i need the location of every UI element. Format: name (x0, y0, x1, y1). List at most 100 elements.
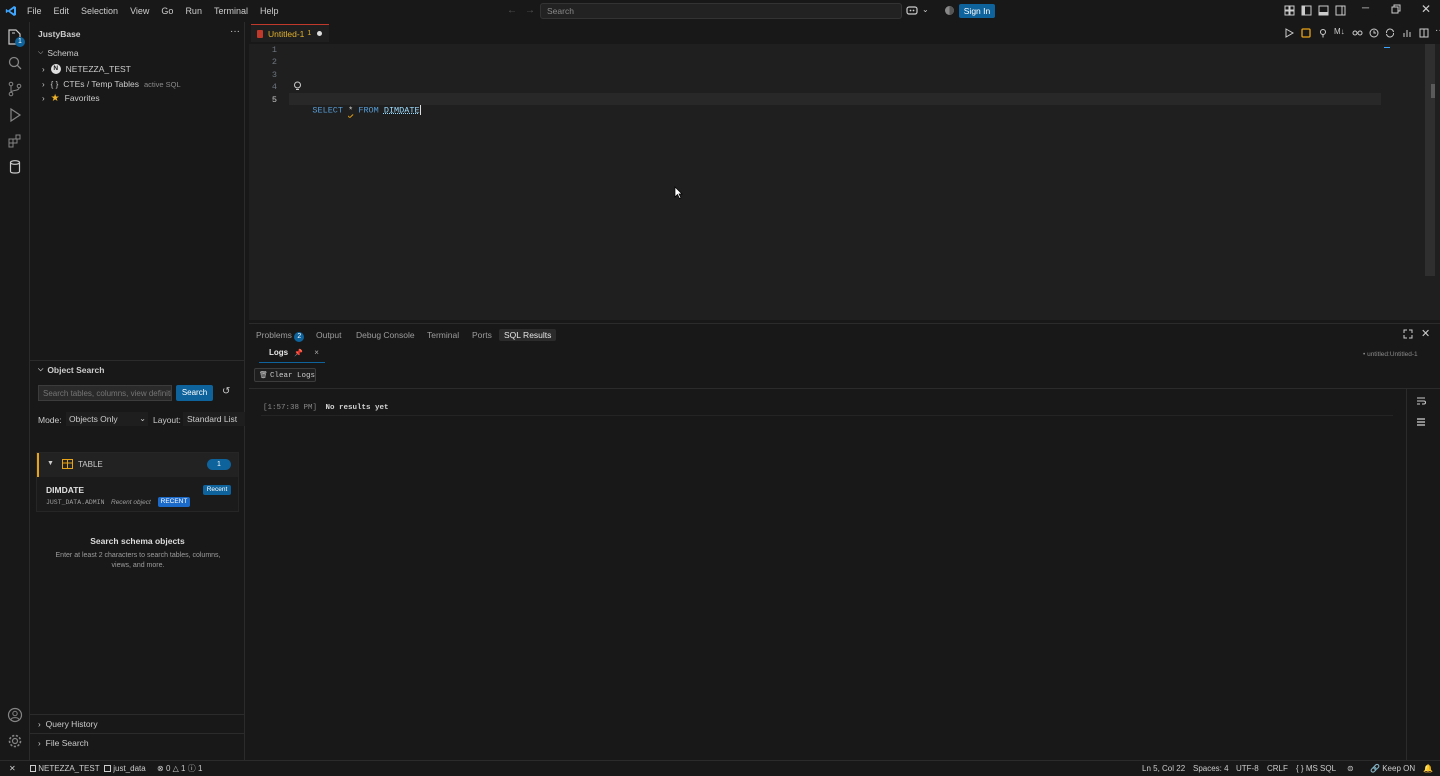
split-editor-icon[interactable] (1419, 28, 1429, 38)
toggle-primary-sidebar-icon[interactable] (1301, 5, 1312, 16)
tab-output[interactable]: Output (316, 329, 342, 341)
explain-icon[interactable] (1352, 28, 1363, 38)
tree-item-netezza-test[interactable]: › N NETEZZA_TEST (42, 62, 131, 76)
pin-icon[interactable] (1318, 28, 1328, 38)
cursor-position[interactable]: Ln 5, Col 22 (1142, 764, 1185, 774)
modified-dot-icon[interactable] (317, 31, 323, 36)
remote-icon[interactable]: ✕ (9, 764, 16, 774)
close-window-icon[interactable]: ✕ (1421, 2, 1431, 16)
close-subtab-icon[interactable]: × (314, 348, 319, 357)
tree-item-ctes[interactable]: › { } CTEs / Temp Tables active SQL (42, 77, 181, 91)
notifications-bell-icon[interactable]: 🔔 (1423, 764, 1433, 774)
sync-icon[interactable] (1385, 28, 1395, 38)
end-of-line[interactable]: CRLF (1267, 764, 1288, 774)
maximize-panel-icon[interactable] (1403, 329, 1413, 339)
lightbulb-icon[interactable] (293, 81, 302, 91)
layout-select[interactable]: Standard List (183, 412, 245, 426)
menu-go[interactable]: Go (155, 0, 179, 22)
chevron-down-icon[interactable]: ⌄ (922, 5, 929, 14)
chart-icon[interactable] (1402, 28, 1412, 38)
connection-status[interactable]: NETEZZA_TEST (30, 764, 100, 774)
editor-scrollbar[interactable] (1425, 44, 1435, 276)
menu-edit[interactable]: Edit (48, 0, 76, 22)
settings-gear-icon[interactable] (6, 732, 24, 750)
query-history-header[interactable]: › Query History (38, 717, 98, 731)
menu-help[interactable]: Help (254, 0, 285, 22)
menu-terminal[interactable]: Terminal (208, 0, 254, 22)
minimap-position (1384, 47, 1390, 48)
source-control-icon[interactable] (6, 80, 24, 98)
account-icon[interactable] (6, 706, 24, 724)
toggle-secondary-sidebar-icon[interactable] (1335, 5, 1346, 16)
clear-logs-button[interactable]: 🗑 Clear Logs (254, 368, 316, 382)
warning-icon: △ (172, 764, 179, 773)
file-search-header[interactable]: › File Search (38, 736, 89, 750)
indentation[interactable]: Spaces: 4 (1193, 764, 1229, 774)
list-view-icon[interactable] (1416, 417, 1426, 427)
menu-view[interactable]: View (124, 0, 155, 22)
database-icon[interactable] (6, 158, 24, 176)
code-line-5[interactable]: SELECT * FROM DIMDATE (292, 95, 421, 125)
object-search-button[interactable]: Search (176, 385, 213, 401)
object-search-header[interactable]: ⌵ Object Search (38, 363, 104, 377)
schema-label: Schema (47, 48, 79, 58)
more-actions-icon[interactable]: ··· (1435, 25, 1440, 36)
text-cursor (419, 105, 421, 115)
run-query-icon[interactable] (1284, 28, 1294, 38)
layout-select-value: Standard List (187, 414, 238, 424)
markdown-icon[interactable]: M↓ (1334, 27, 1345, 36)
copilot-status-icon[interactable]: ⊜ (1347, 764, 1354, 774)
mode-select-value: Objects Only (69, 414, 118, 424)
mode-select[interactable]: Objects Only ⌄ (66, 412, 148, 426)
accounts-globe-icon[interactable] (944, 5, 955, 16)
schema-section-header[interactable]: ⌵ Schema (38, 46, 79, 60)
back-arrow-icon[interactable]: ← (507, 5, 517, 16)
history-icon[interactable] (1369, 28, 1379, 38)
copilot-icon[interactable] (906, 5, 918, 17)
keep-status[interactable]: 🔗 Keep ON (1370, 764, 1415, 774)
run-debug-icon[interactable] (6, 106, 24, 124)
close-panel-icon[interactable]: ✕ (1421, 327, 1430, 340)
tab-problems[interactable]: Problems 2 (256, 329, 305, 342)
object-search-input[interactable] (38, 385, 172, 401)
sign-in-button[interactable]: Sign In (959, 4, 995, 18)
keyword-select: SELECT (312, 105, 344, 116)
stop-icon[interactable] (1301, 28, 1311, 38)
command-search-input[interactable]: Search (540, 3, 902, 19)
search-icon[interactable] (6, 54, 24, 72)
logs-subtab[interactable]: Logs 📌 × (259, 347, 325, 363)
word-wrap-icon[interactable] (1416, 396, 1426, 406)
editor-tab-untitled-1[interactable]: Untitled-1 1 (251, 24, 329, 42)
identifier-dimdate: DIMDATE (383, 105, 420, 116)
problems-status[interactable]: ⊗ 0 △ 1 ⓘ 1 (157, 764, 202, 774)
more-actions-icon[interactable]: ··· (230, 26, 240, 37)
extensions-icon[interactable] (6, 132, 24, 150)
editor-area: Untitled-1 1 M↓ ··· 1 2 3 4 5 SELECT * F… (249, 22, 1440, 320)
refresh-icon[interactable]: ↺ (222, 386, 230, 397)
tab-debug-console[interactable]: Debug Console (356, 329, 415, 341)
chevron-right-icon: › (38, 719, 41, 729)
menu-file[interactable]: File (21, 0, 48, 22)
tab-terminal[interactable]: Terminal (427, 329, 459, 341)
forward-arrow-icon[interactable]: → (525, 5, 535, 16)
encoding[interactable]: UTF-8 (1236, 764, 1259, 774)
recent-upper-badge: RECENT (158, 497, 190, 507)
tab-ports[interactable]: Ports (472, 329, 492, 341)
toggle-panel-icon[interactable] (1318, 5, 1329, 16)
language-mode[interactable]: { } MS SQL (1296, 764, 1336, 774)
customize-layout-icon[interactable] (1284, 5, 1295, 16)
menu-run[interactable]: Run (179, 0, 208, 22)
database-status[interactable]: just_data (104, 764, 146, 774)
tree-item-favorites[interactable]: › ★ Favorites (42, 91, 100, 105)
restore-icon[interactable] (1391, 4, 1401, 14)
table-group-header[interactable]: ▼ TABLE 1 (37, 453, 238, 477)
log-message: No results yet (325, 404, 389, 412)
line-number: 2 (271, 57, 277, 67)
info-count: 1 (197, 764, 203, 773)
chevron-right-icon: › (38, 738, 41, 748)
minimize-icon[interactable]: ─ (1362, 3, 1369, 14)
problems-count-badge: 2 (294, 332, 305, 342)
menu-selection[interactable]: Selection (75, 0, 124, 22)
result-item-dimdate[interactable]: DIMDATE Recent JUST_DATA.ADMIN Recent ob… (37, 479, 238, 511)
tab-sql-results[interactable]: SQL Results (499, 329, 557, 341)
